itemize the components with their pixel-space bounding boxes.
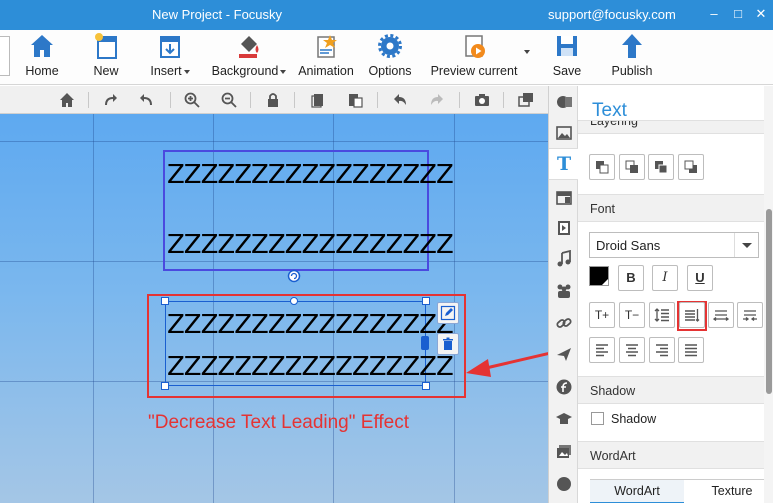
flash-icon[interactable] (555, 378, 573, 396)
color-corner-icon (602, 279, 608, 285)
gallery-icon[interactable] (555, 443, 573, 461)
panel-scrollbar-thumb[interactable] (766, 209, 772, 394)
shadow-checkbox[interactable] (591, 412, 604, 425)
letter-spacing-narrow-icon (743, 310, 757, 322)
align-center-icon (626, 344, 638, 357)
send-backward-icon (655, 161, 668, 174)
layout-icon[interactable] (555, 189, 573, 207)
justify-icon (685, 344, 697, 357)
tab-wordart[interactable]: WordArt (590, 480, 684, 503)
plane-icon[interactable] (555, 345, 573, 363)
justify-button[interactable] (678, 337, 704, 363)
bring-front-icon (596, 161, 609, 174)
font-family-select[interactable]: Droid Sans (589, 232, 759, 258)
shadow-section-label: Shadow (590, 384, 636, 398)
wordart-section-label: WordArt (590, 449, 636, 463)
letter-spacing-icon (712, 310, 730, 322)
layering-section-header[interactable]: Layering (578, 120, 764, 134)
align-center-button[interactable] (619, 337, 645, 363)
align-right-button[interactable] (649, 337, 675, 363)
wordart-section-header[interactable]: WordArt (578, 441, 764, 469)
underline-button[interactable]: U (687, 265, 713, 291)
panel-icon-bar: T (548, 86, 579, 503)
align-left-button[interactable] (589, 337, 615, 363)
shadow-section-header[interactable]: Shadow (578, 376, 764, 404)
video-icon[interactable] (555, 219, 573, 237)
letter-spacing-wide-button[interactable] (708, 302, 734, 328)
align-left-icon (596, 344, 608, 357)
characters-icon[interactable] (555, 282, 573, 300)
italic-button[interactable]: I (652, 265, 678, 291)
wordart-tabs: WordArt Texture (590, 479, 764, 503)
letter-spacing-narrow-button[interactable] (737, 302, 763, 328)
line-spacing-icon (654, 308, 669, 322)
font-color-swatch[interactable] (589, 266, 609, 286)
layering-label: Layering (590, 120, 638, 128)
text-leading-icon (685, 309, 700, 322)
send-to-back-button[interactable] (678, 154, 704, 180)
bring-forward-button[interactable] (619, 154, 645, 180)
cap-icon[interactable] (555, 410, 573, 428)
align-right-icon (656, 344, 668, 357)
decrease-font-size-button[interactable]: T− (619, 302, 645, 328)
music-icon[interactable] (555, 250, 573, 268)
font-section-label: Font (590, 202, 616, 216)
bold-button[interactable]: B (618, 265, 644, 291)
tab-texture[interactable]: Texture (700, 480, 764, 503)
image-icon[interactable] (555, 124, 573, 142)
panel-title: Text (592, 100, 627, 121)
text-tab[interactable]: T (549, 148, 579, 180)
increase-font-size-button[interactable]: T+ (589, 302, 615, 328)
more-icon[interactable] (555, 475, 573, 493)
text-properties-panel: Text Layering Font Droid Sans B I U T+ T… (578, 86, 773, 503)
chevron-down-icon (742, 243, 752, 248)
send-back-icon (684, 160, 697, 173)
font-dropdown-button[interactable] (734, 233, 758, 257)
line-spacing-button[interactable] (649, 302, 675, 328)
bring-forward-icon (625, 160, 638, 173)
shadow-checkbox-label: Shadow (611, 412, 657, 426)
decrease-text-leading-button[interactable] (679, 302, 705, 328)
bring-to-front-button[interactable] (589, 154, 615, 180)
send-backward-button[interactable] (648, 154, 674, 180)
shapes-icon[interactable] (555, 93, 573, 111)
text-t-icon: T (557, 153, 572, 175)
link-icon[interactable] (555, 314, 573, 332)
font-family-value: Droid Sans (596, 238, 661, 253)
font-section-header[interactable]: Font (578, 194, 764, 222)
